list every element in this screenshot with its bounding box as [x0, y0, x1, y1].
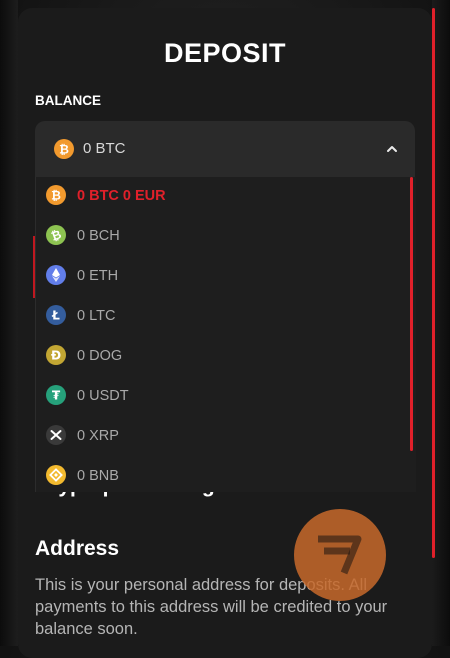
dropdown-item-label: 0 USDT [77, 388, 129, 404]
binance-icon [46, 465, 66, 485]
currency-dropdown: ₿ 0 BTC 0 EUR ₿ 0 BCH 0 ETH Ł 0 LTC Đ 0 … [35, 177, 416, 492]
svg-text:Ł: Ł [51, 309, 60, 323]
dropdown-item-xrp[interactable]: 0 XRP [36, 417, 416, 457]
ripple-icon [46, 425, 66, 445]
litecoin-icon: Ł [46, 305, 66, 325]
background-left [0, 0, 18, 646]
bitcoin-icon: ₿ [46, 185, 66, 205]
dropdown-item-label: 0 BNB [77, 468, 119, 484]
dropdown-item-ltc[interactable]: Ł 0 LTC [36, 297, 416, 337]
dropdown-item-bnb[interactable]: 0 BNB [36, 457, 416, 492]
brand-logo [294, 509, 386, 601]
dropdown-item-label: 0 DOG [77, 348, 123, 364]
dropdown-item-label: 0 ETH [77, 268, 119, 284]
currency-select[interactable]: ₿ 0 BTC [35, 121, 415, 177]
dogecoin-icon: Đ [46, 345, 66, 365]
svg-text:₿: ₿ [51, 189, 61, 203]
dropdown-item-label: 0 LTC [77, 308, 116, 324]
ethereum-icon [46, 265, 66, 285]
dropdown-item-btc[interactable]: ₿ 0 BTC 0 EUR [36, 177, 416, 217]
dropdown-item-label: 0 XRP [77, 428, 119, 444]
bitcoin-icon: ₿ [54, 139, 74, 159]
selected-currency: 0 BTC [83, 140, 126, 157]
svg-text:₿: ₿ [59, 143, 69, 157]
dropdown-item-label: 0 BTC 0 EUR [77, 188, 166, 204]
tether-icon: ₮ [46, 385, 66, 405]
modal-scrollbar[interactable] [432, 8, 435, 558]
dropdown-scrollbar[interactable] [410, 177, 413, 451]
dropdown-item-usdt[interactable]: ₮ 0 USDT [36, 377, 416, 417]
chevron-up-icon[interactable] [385, 142, 399, 156]
dropdown-item-bch[interactable]: ₿ 0 BCH [36, 217, 416, 257]
dropdown-item-eth[interactable]: 0 ETH [36, 257, 416, 297]
svg-text:Đ: Đ [51, 349, 61, 363]
modal-title: DEPOSIT [163, 38, 287, 68]
address-title: Address [35, 537, 120, 560]
balance-label: BALANCE [35, 93, 101, 108]
bitcoin-cash-icon: ₿ [46, 225, 66, 245]
svg-text:₮: ₮ [52, 389, 61, 403]
dropdown-item-label: 0 BCH [77, 228, 120, 244]
dropdown-item-dog[interactable]: Đ 0 DOG [36, 337, 416, 377]
